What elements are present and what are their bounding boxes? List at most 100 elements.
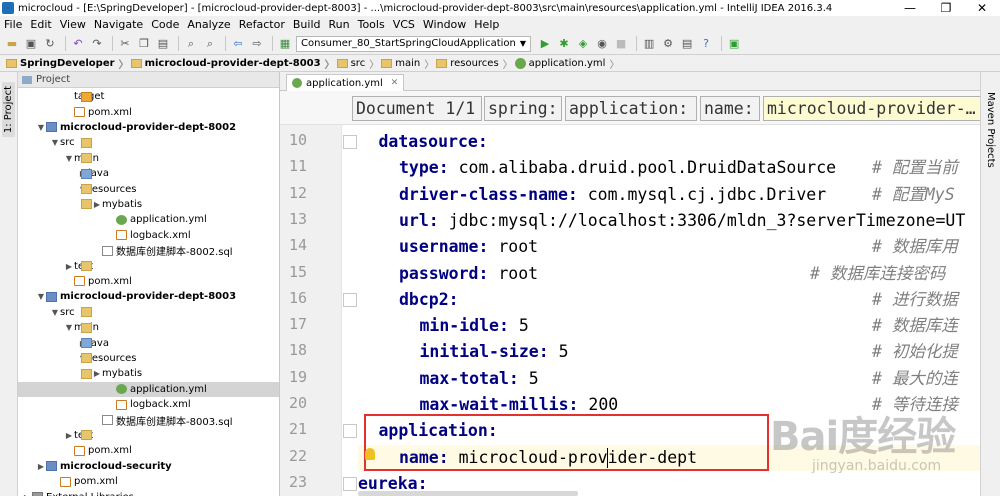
fold-marker-icon[interactable] bbox=[343, 424, 357, 439]
tree-item[interactable]: ▼ src bbox=[18, 135, 279, 150]
yaml-path-value[interactable]: microcloud-provider-… bbox=[763, 96, 980, 121]
tree-item[interactable]: pom.xml bbox=[18, 104, 279, 119]
menu-view[interactable]: View bbox=[60, 18, 86, 31]
collapse-arrow-icon[interactable]: ▶ bbox=[64, 431, 74, 440]
sdk-icon[interactable]: ▤ bbox=[679, 36, 695, 52]
maximize-button[interactable]: ❐ bbox=[928, 0, 964, 16]
breadcrumb-item[interactable]: microcloud-provider-dept-8003 〉 bbox=[130, 56, 335, 71]
menu-analyze[interactable]: Analyze bbox=[187, 18, 230, 31]
back-icon[interactable]: ⇦ bbox=[230, 36, 246, 52]
open-folder-icon[interactable]: ▬ bbox=[4, 36, 20, 52]
collapse-arrow-icon[interactable]: ▶ bbox=[22, 493, 32, 496]
fold-marker-icon[interactable] bbox=[343, 135, 357, 149]
menu-help[interactable]: Help bbox=[474, 18, 499, 31]
tab-application-yml[interactable]: application.yml ✕ bbox=[286, 74, 405, 91]
tree-item[interactable]: pom.xml bbox=[18, 443, 279, 458]
tree-item[interactable]: ▶ External Libraries bbox=[18, 489, 279, 496]
collapse-arrow-icon[interactable]: ▶ bbox=[92, 369, 102, 378]
breadcrumb-item[interactable]: src 〉 bbox=[336, 56, 379, 71]
menu-file[interactable]: File bbox=[4, 18, 22, 31]
synchronize-icon[interactable]: ↻ bbox=[42, 36, 58, 52]
debug-icon[interactable]: ✱ bbox=[556, 36, 572, 52]
breadcrumb-item[interactable]: resources 〉 bbox=[436, 56, 513, 71]
yaml-path-application[interactable]: application: bbox=[565, 96, 697, 121]
menu-tools[interactable]: Tools bbox=[358, 18, 385, 31]
collapse-arrow-icon[interactable]: ▶ bbox=[64, 262, 74, 271]
project-tool-button[interactable]: 1: Project bbox=[2, 82, 15, 138]
expand-arrow-icon[interactable]: ▼ bbox=[64, 323, 74, 332]
menu-code[interactable]: Code bbox=[151, 18, 179, 31]
tree-item[interactable]: ▼resources bbox=[18, 351, 279, 366]
tree-item[interactable]: ▼main bbox=[18, 151, 279, 166]
breadcrumb-item[interactable]: SpringDeveloper 〉 bbox=[6, 56, 129, 71]
lightbulb-icon[interactable] bbox=[365, 448, 375, 460]
replace-icon[interactable]: ⌕ bbox=[202, 36, 218, 52]
menu-window[interactable]: Window bbox=[423, 18, 466, 31]
tree-item[interactable]: ▶java bbox=[18, 335, 279, 350]
tree-item[interactable]: pom.xml bbox=[18, 274, 279, 289]
menu-navigate[interactable]: Navigate bbox=[94, 18, 143, 31]
tree-item[interactable]: ▶test bbox=[18, 258, 279, 273]
profile-icon[interactable]: ◉ bbox=[594, 36, 610, 52]
tree-item[interactable]: pom.xml bbox=[18, 474, 279, 489]
stop-icon[interactable]: ■ bbox=[613, 36, 629, 52]
tree-item[interactable]: target bbox=[18, 89, 279, 104]
fold-marker-icon[interactable] bbox=[343, 292, 357, 307]
collapse-arrow-icon[interactable]: ▶ bbox=[92, 200, 102, 209]
tree-item[interactable]: application.yml bbox=[18, 381, 279, 397]
breadcrumb-item[interactable]: application.yml 〉 bbox=[514, 56, 619, 71]
tree-item[interactable]: ▶java bbox=[18, 166, 279, 181]
tree-item[interactable]: ▼ microcloud-provider-dept-8002 bbox=[18, 120, 279, 135]
redo-icon[interactable]: ↷ bbox=[89, 36, 105, 52]
paste-icon[interactable]: ▤ bbox=[155, 36, 171, 52]
collapse-arrow-icon[interactable]: ▶ bbox=[36, 462, 46, 471]
expand-arrow-icon[interactable]: ▼ bbox=[36, 123, 46, 132]
make-project-icon[interactable]: ▦ bbox=[277, 36, 293, 52]
settings-icon[interactable]: ⚙ bbox=[660, 36, 676, 52]
tree-item[interactable]: ▼main bbox=[18, 320, 279, 335]
minimize-button[interactable]: — bbox=[892, 0, 928, 16]
coverage-icon[interactable]: ◈ bbox=[575, 36, 591, 52]
find-icon[interactable]: ⌕ bbox=[183, 36, 199, 52]
tree-item[interactable]: ▼ microcloud-provider-dept-8003 bbox=[18, 289, 279, 304]
tree-item[interactable]: logback.xml bbox=[18, 397, 279, 412]
menu-edit[interactable]: Edit bbox=[30, 18, 51, 31]
expand-arrow-icon[interactable]: ▼ bbox=[50, 308, 60, 317]
cut-icon[interactable]: ✂ bbox=[117, 36, 133, 52]
tree-item[interactable]: ▶ mybatis bbox=[18, 366, 279, 381]
tree-item[interactable]: ▼resources bbox=[18, 181, 279, 196]
tree-item[interactable]: ▼ src bbox=[18, 305, 279, 320]
tree-item[interactable]: application.yml bbox=[18, 212, 279, 227]
tree-item[interactable]: ▶ mybatis bbox=[18, 197, 279, 212]
close-button[interactable]: ✕ bbox=[964, 0, 1000, 16]
help-icon[interactable]: ? bbox=[698, 36, 714, 52]
menu-vcs[interactable]: VCS bbox=[393, 18, 415, 31]
menu-refactor[interactable]: Refactor bbox=[239, 18, 285, 31]
tree-item[interactable]: ▶ microcloud-security bbox=[18, 459, 279, 474]
undo-icon[interactable]: ↶ bbox=[70, 36, 86, 52]
project-panel-title[interactable]: Project bbox=[36, 74, 70, 85]
menu-build[interactable]: Build bbox=[293, 18, 321, 31]
expand-arrow-icon[interactable]: ▼ bbox=[36, 292, 46, 301]
breadcrumb-item[interactable]: main 〉 bbox=[381, 56, 434, 71]
close-tab-icon[interactable]: ✕ bbox=[391, 78, 399, 88]
menu-run[interactable]: Run bbox=[329, 18, 350, 31]
run-icon[interactable]: ▶ bbox=[537, 36, 553, 52]
tree-item[interactable]: 数据库创建脚本-8003.sql bbox=[18, 412, 279, 428]
copy-icon[interactable]: ❐ bbox=[136, 36, 152, 52]
fold-marker-icon[interactable] bbox=[343, 476, 357, 491]
maven-projects-tool-button[interactable]: Maven Projects bbox=[985, 92, 996, 168]
expand-arrow-icon[interactable]: ▼ bbox=[50, 138, 60, 147]
vcs-icon[interactable]: ▣ bbox=[726, 36, 742, 52]
yaml-path-name[interactable]: name: bbox=[700, 96, 760, 121]
forward-icon[interactable]: ⇨ bbox=[249, 36, 265, 52]
horizontal-scrollbar[interactable] bbox=[358, 491, 578, 496]
yaml-path-document[interactable]: Document 1/1 bbox=[352, 96, 482, 121]
tree-item[interactable]: logback.xml bbox=[18, 228, 279, 243]
yaml-path-spring[interactable]: spring: bbox=[484, 96, 562, 121]
expand-arrow-icon[interactable]: ▼ bbox=[64, 154, 74, 163]
project-structure-icon[interactable]: ▥ bbox=[641, 36, 657, 52]
run-configuration-select[interactable]: Consumer_80_StartSpringCloudApplication … bbox=[296, 35, 532, 52]
tree-item[interactable]: 数据库创建脚本-8002.sql bbox=[18, 243, 279, 258]
tree-item[interactable]: ▶test bbox=[18, 428, 279, 443]
